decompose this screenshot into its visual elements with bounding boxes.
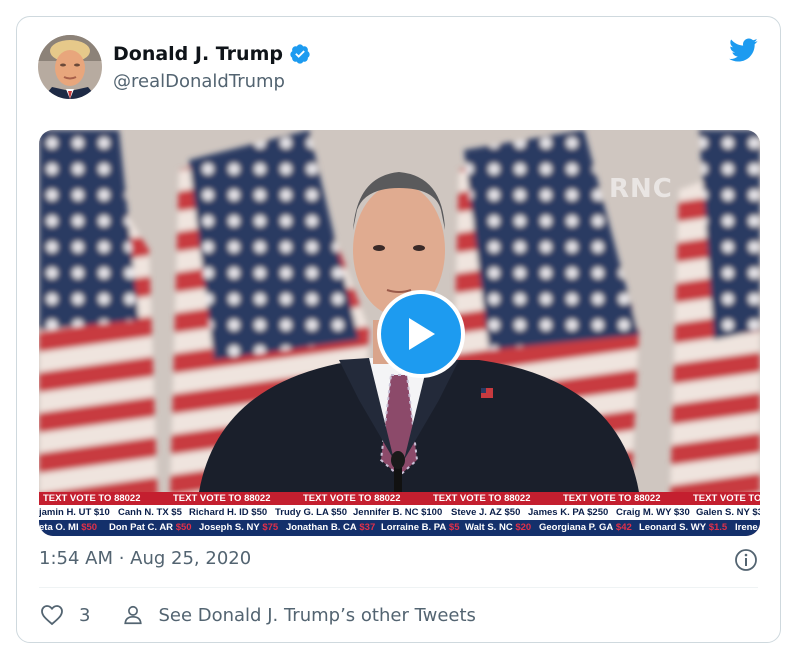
ticker-amount: $20 — [515, 522, 532, 533]
ticker-banner: TEXT VOTE TO 88022 — [303, 493, 401, 504]
ticker-amount: $50 — [175, 522, 192, 533]
ticker-banner: TEXT VOTE TO 88022 — [563, 493, 661, 504]
ticker-amount: $42 — [615, 522, 632, 533]
ticker-entry: Jonathan B. CA $37 — [286, 520, 375, 536]
ticker-banner: TEXT VOTE TO 88022 — [173, 493, 271, 504]
ticker-amounts-row: eta O. MI $50 Don Pat C. AR $50 Joseph S… — [39, 520, 760, 536]
ticker-donor: Jennifer B. NC $100 — [353, 507, 443, 518]
heart-icon[interactable] — [39, 603, 65, 627]
ticker-donor: James K. PA $250 — [528, 507, 609, 518]
ticker-name: Jonathan B. CA — [286, 522, 357, 533]
tweet-timestamp[interactable]: 1:54 AM · Aug 25, 2020 — [39, 548, 251, 569]
ticker-entry: Don Pat C. AR $50 — [109, 520, 192, 536]
avatar[interactable] — [38, 35, 102, 99]
verified-badge-icon — [290, 44, 310, 64]
ticker-entry: Leonard S. WY $1.5 — [639, 520, 727, 536]
tweet-card[interactable]: Donald J. Trump @realDonaldTrump RNC TEX… — [16, 16, 781, 643]
person-icon — [124, 605, 143, 625]
ticker-banner-row: TEXT VOTE TO 88022 TEXT VOTE TO 88022 TE… — [39, 492, 760, 505]
ticker-donor: Canh N. TX $5 — [118, 507, 182, 518]
ticker-name: Walt S. NC — [465, 522, 513, 533]
divider — [39, 587, 758, 588]
ticker-amount: $75 — [262, 522, 279, 533]
twitter-bird-icon[interactable] — [726, 35, 760, 65]
ticker-donor: jamin H. UT $10 — [39, 507, 110, 518]
ticker-donor: Trudy G. LA $50 — [275, 507, 347, 518]
ticker-donor: Richard H. ID $50 — [189, 507, 268, 518]
ticker-banner: TEXT VOTE TO 88022 — [433, 493, 531, 504]
video-player[interactable]: RNC TEXT VOTE TO 88022 TEXT VOTE TO 8802… — [39, 130, 760, 536]
display-name[interactable]: Donald J. Trump — [113, 43, 311, 65]
ticker-name: Lorraine B. PA — [381, 522, 447, 533]
ticker-name: Leonard S. WY — [639, 522, 707, 533]
donation-ticker: TEXT VOTE TO 88022 TEXT VOTE TO 88022 TE… — [39, 492, 760, 536]
other-tweets-link[interactable]: See Donald J. Trump’s other Tweets — [158, 605, 475, 626]
display-name-text: Donald J. Trump — [113, 43, 283, 65]
ticker-name: Don Pat C. AR — [109, 522, 174, 533]
ticker-amount: $50 — [81, 522, 98, 533]
rnc-watermark: RNC — [609, 174, 673, 204]
ticker-amount: $37 — [359, 522, 376, 533]
ticker-entry: Joseph S. NY $75 — [199, 520, 278, 536]
ticker-donors-row: jamin H. UT $10 Canh N. TX $5 Richard H.… — [39, 505, 760, 520]
ticker-name: Irene — [735, 522, 758, 533]
ticker-donor: Craig M. WY $30 — [616, 507, 690, 518]
ticker-entry: Lorraine B. PA $5 — [381, 520, 460, 536]
ticker-donor: Steve J. AZ $50 — [451, 507, 521, 518]
play-icon — [409, 318, 435, 350]
info-icon[interactable] — [734, 548, 758, 572]
ticker-amount: $5 — [448, 522, 460, 533]
ticker-entry: eta O. MI $50 — [39, 520, 97, 536]
tweet-actions: 3 See Donald J. Trump’s other Tweets — [39, 603, 476, 627]
ticker-entry: Georgiana P. GA $42 — [539, 520, 632, 536]
ticker-name: eta O. MI — [39, 522, 79, 533]
like-count[interactable]: 3 — [79, 605, 90, 626]
ticker-entry: Walt S. NC $20 — [465, 520, 531, 536]
ticker-donor: Galen S. NY $3 — [696, 507, 760, 518]
ticker-banner: TEXT VOTE TO 88022 — [693, 493, 760, 504]
ticker-name: Joseph S. NY — [199, 522, 260, 533]
play-button[interactable] — [377, 290, 465, 378]
handle[interactable]: @realDonaldTrump — [113, 71, 285, 92]
ticker-name: Georgiana P. GA — [539, 522, 614, 533]
ticker-amount: $1.5 — [708, 522, 728, 533]
ticker-banner: TEXT VOTE TO 88022 — [43, 493, 141, 504]
ticker-entry: Irene — [735, 520, 758, 536]
